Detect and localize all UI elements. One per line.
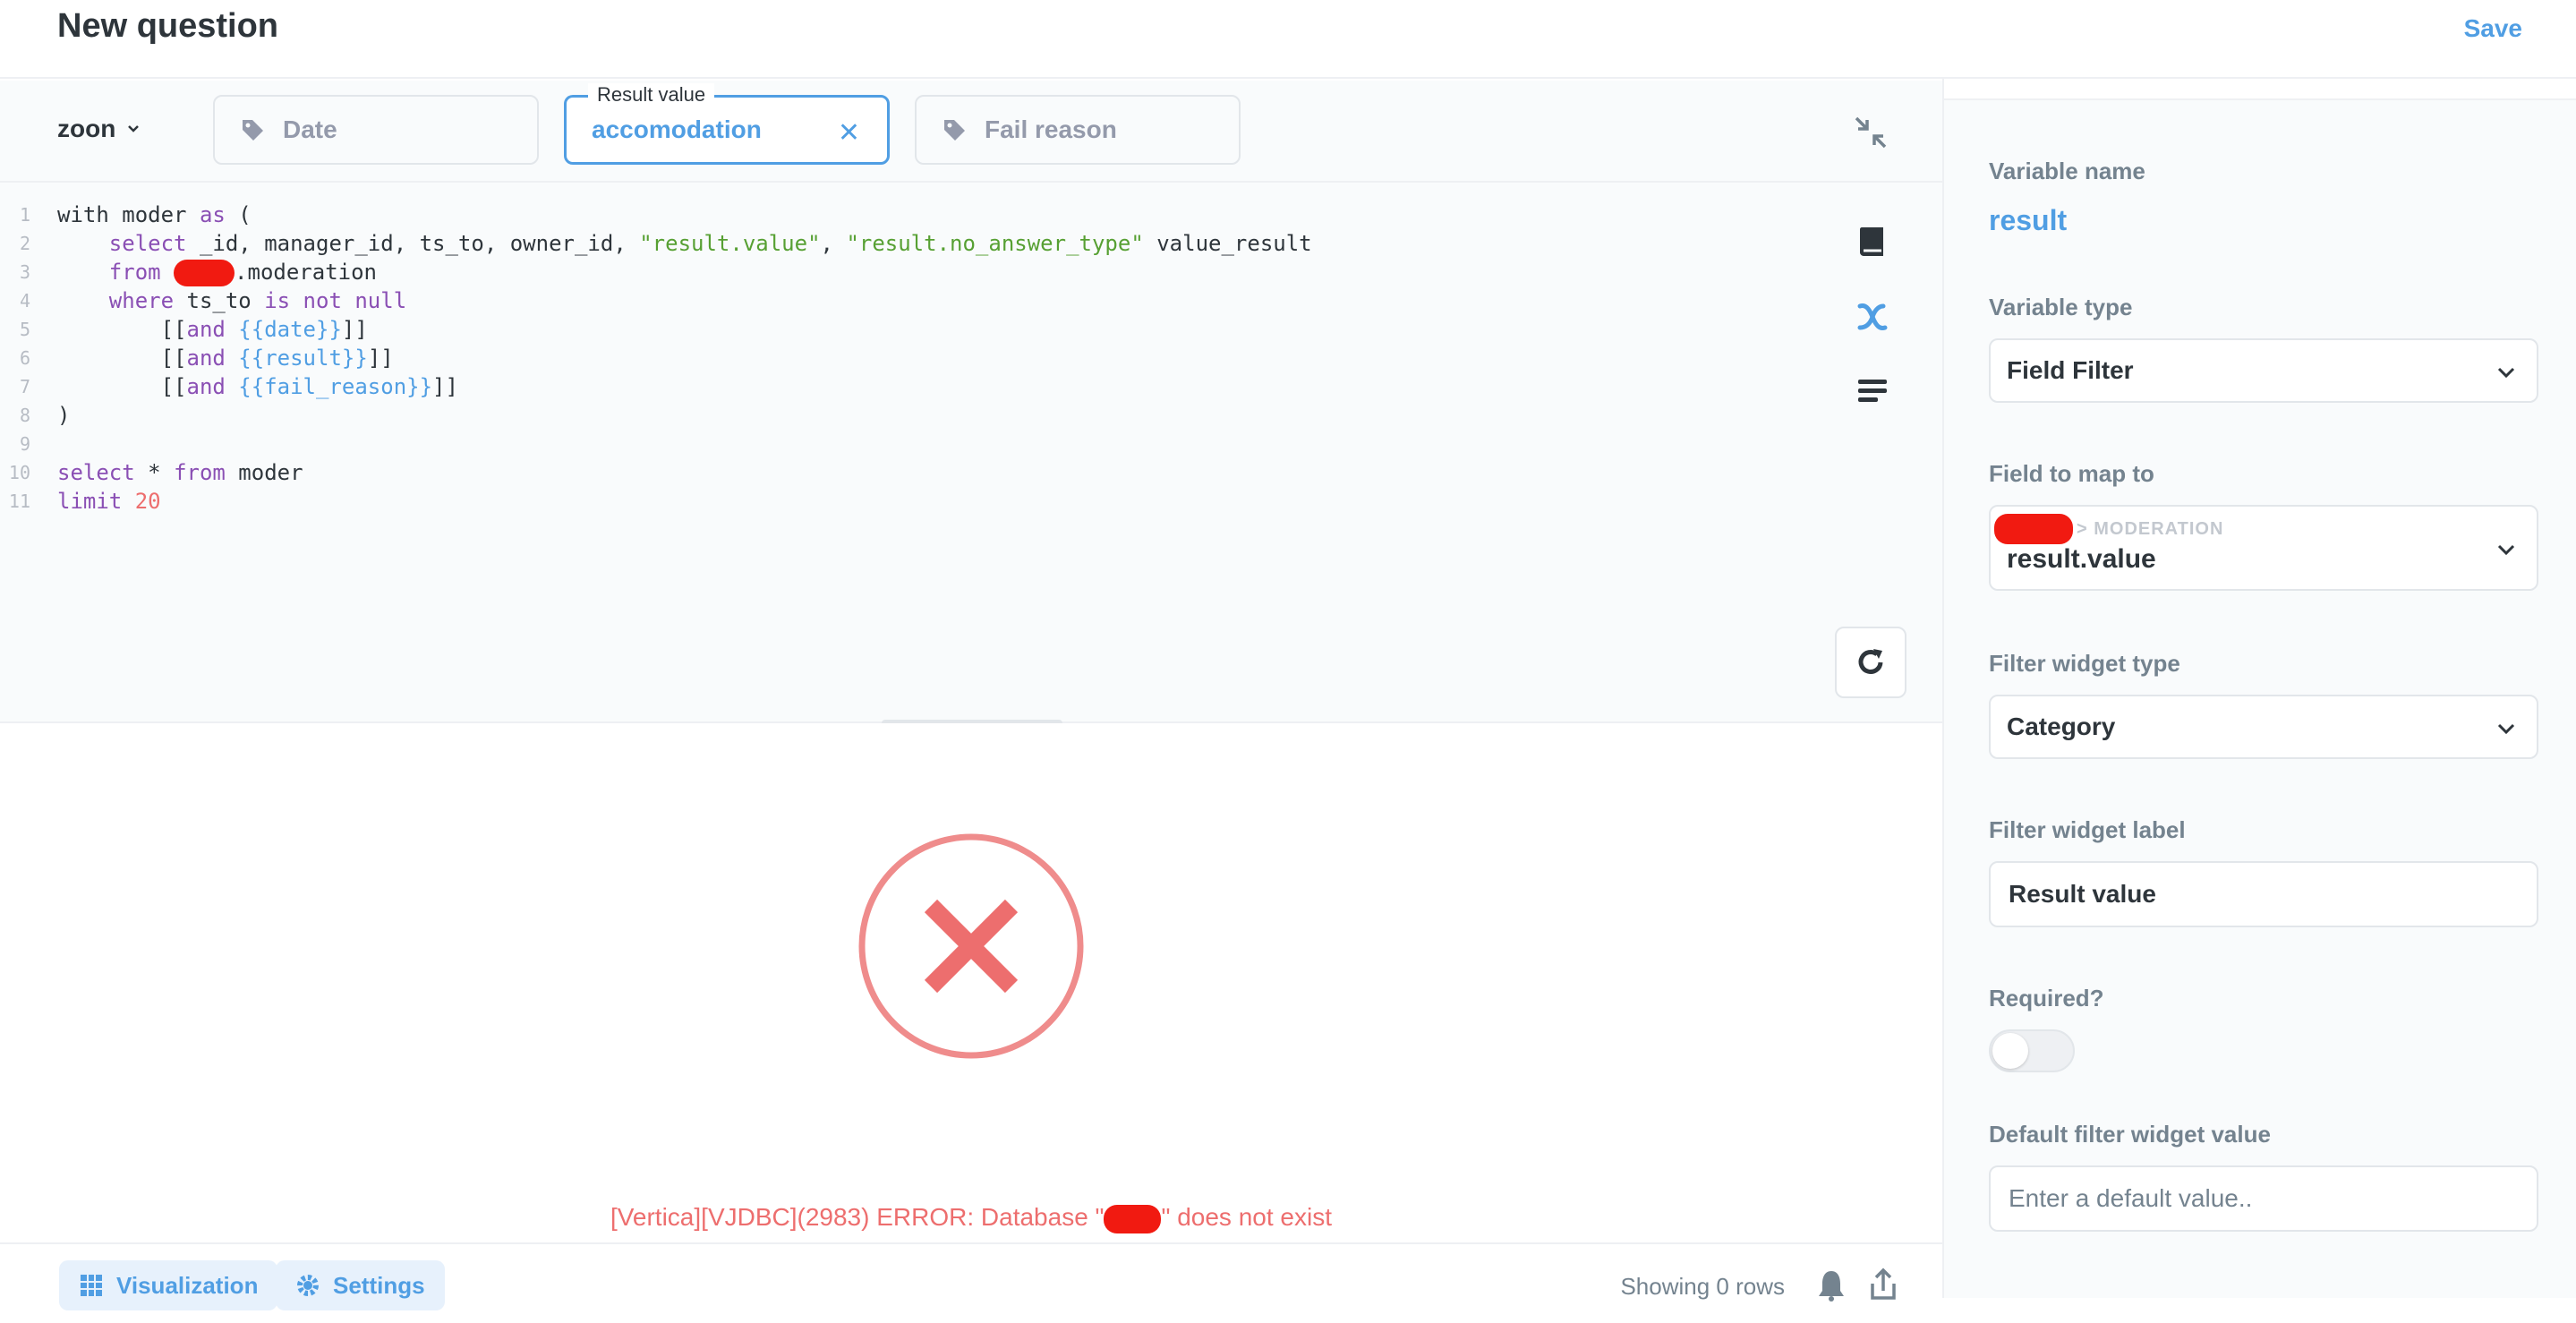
widget-label-label: Filter widget label [1989,816,2186,843]
code-line: 3 from .moderation [19,260,377,286]
gear-icon [297,1275,319,1296]
param-fail-reason-label: Fail reason [985,115,1117,143]
tag-icon [944,120,965,141]
widget-type-label: Filter widget type [1989,650,2180,677]
default-value-label: Default filter widget value [1989,1121,2271,1148]
variable-type-select[interactable]: Field Filter [1989,338,2538,403]
variable-name: result [1989,204,2068,236]
row-count: Showing 0 rows [1620,1273,1785,1300]
database-name: zoon [57,115,116,142]
chevron-down-icon [2497,367,2515,379]
bell-icon[interactable] [1813,1268,1849,1303]
editor-toolbar [1853,222,1892,412]
param-date-label: Date [283,115,337,143]
parameters-bar: zoon Date Result value accomodation ✕ Fa… [0,81,1942,183]
sidebar-header [1944,79,2576,100]
default-value-input[interactable] [1989,1165,2538,1232]
field-map-label: Field to map to [1989,460,2154,487]
error-message: [Vertica][VJDBC](2983) ERROR: Database "… [0,1203,1942,1233]
redaction-mark [1104,1204,1162,1233]
clear-icon[interactable]: ✕ [838,117,860,149]
footer: Visualization Settings Showing 0 rows [0,1242,1942,1310]
param-result-value-value: accomodation [592,115,762,143]
widget-type-select[interactable]: Category [1989,695,2538,759]
param-result-value[interactable]: Result value accomodation ✕ [564,83,890,165]
code-block[interactable]: 1 with moder as ( 2 select _id, manager_i… [0,201,1312,516]
param-date[interactable]: Date [213,95,539,165]
redaction-mark [1994,514,2073,544]
database-select[interactable]: zoon [57,115,141,143]
variable-name-label: Variable name [1989,158,2145,184]
refresh-icon [1858,649,1883,674]
code-line: 1 with moder as ( [19,202,252,227]
variables-button[interactable] [1853,297,1892,337]
param-fail-reason[interactable]: Fail reason [915,95,1241,165]
param-result-value-label: Result value [588,83,715,107]
code-line: 2 select _id, manager_id, ts_to, owner_i… [19,231,1312,256]
run-query-button[interactable] [1835,627,1906,698]
visualization-button[interactable]: Visualization [59,1260,278,1310]
code-line: 7 [[and {{fail_reason}}]] [19,374,458,399]
variable-x-icon [1857,303,1888,330]
sql-editor[interactable]: 1 with moder as ( 2 select _id, manager_i… [0,183,1942,727]
variable-type-label: Variable type [1989,294,2133,320]
code-line: 6 [[and {{result}}]] [19,346,394,371]
variable-settings-sidebar: Variable name result Variable type Field… [1942,79,2576,1298]
format-lines-icon [1858,380,1887,402]
required-toggle[interactable] [1989,1029,2075,1072]
code-line: 11 limit 20 [8,489,161,514]
settings-button[interactable]: Settings [276,1260,445,1310]
chevron-down-icon [2497,723,2515,735]
code-line: 9 [19,433,30,455]
book-icon [1860,227,1883,256]
grid-icon [81,1275,102,1296]
field-breadcrumb: > MODERATION [1994,514,2223,544]
chevron-down-icon [2497,544,2515,556]
code-line: 4 where ts_to is not null [19,288,407,313]
field-map-select[interactable]: > MODERATION result.value [1989,505,2538,591]
chevron-down-icon [128,125,140,132]
code-line: 10 select * from moder [8,460,303,485]
code-line: 8) [19,403,71,428]
header: New question Save [0,0,2576,79]
field-value: result.value [2007,544,2156,574]
error-x-icon [858,833,1084,1059]
snippets-button[interactable] [1853,372,1892,412]
data-reference-button[interactable] [1853,222,1892,261]
code-line: 5 [[and {{date}}]] [19,317,368,342]
share-icon[interactable] [1865,1268,1901,1303]
query-results: [Vertica][VJDBC](2983) ERROR: Database "… [0,723,1942,1323]
tag-icon [243,120,263,141]
save-button[interactable]: Save [2464,14,2522,43]
collapse-icon[interactable] [1851,113,1890,152]
widget-label-input[interactable] [1989,861,2538,927]
required-label: Required? [1989,985,2104,1011]
redaction-mark [174,260,235,286]
query-editor-panel: zoon Date Result value accomodation ✕ Fa… [0,81,1942,1323]
page-title: New question [57,7,279,45]
